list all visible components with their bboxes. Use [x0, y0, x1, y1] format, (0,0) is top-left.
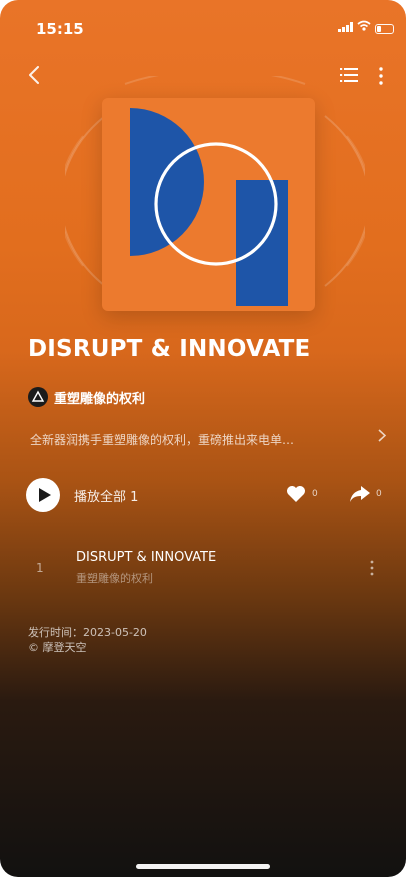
track-number: 1: [36, 561, 44, 575]
heart-icon: [287, 486, 305, 502]
play-icon: [39, 488, 51, 502]
play-all-label[interactable]: 播放全部 1: [74, 486, 138, 505]
track-row[interactable]: 1 DISRUPT & INNOVATE 重塑雕像的权利: [0, 544, 406, 592]
track-more-icon[interactable]: [369, 558, 375, 578]
album-cover[interactable]: [102, 98, 315, 311]
status-bar: 15:15: [0, 0, 406, 44]
album-description[interactable]: 全新器润携手重塑雕像的权利，重磅推出来电单…: [30, 431, 360, 448]
signal-icon: [338, 22, 353, 32]
wifi-icon: [357, 20, 371, 35]
status-time: 15:15: [36, 20, 84, 38]
chevron-right-icon[interactable]: [378, 428, 387, 446]
artist-name: 重塑雕像的权利: [54, 392, 146, 407]
play-all-button[interactable]: [26, 478, 60, 512]
battery-icon: [375, 24, 394, 34]
copyright-label: © 摩登天空: [28, 641, 87, 654]
like-count: 0: [312, 489, 318, 499]
share-count: 0: [376, 489, 382, 499]
release-date: 发行时间：2023-05-20: [28, 626, 147, 639]
album-title: DISRUPT & INNOVATE: [28, 336, 311, 362]
back-button[interactable]: [28, 62, 40, 92]
artist-avatar: [28, 387, 48, 407]
album-cover-art: [130, 108, 288, 306]
share-icon: [350, 486, 370, 502]
track-title: DISRUPT & INNOVATE: [76, 550, 217, 565]
share-button[interactable]: [349, 484, 371, 508]
more-vertical-icon[interactable]: [378, 66, 384, 86]
chevron-left-icon: [29, 66, 39, 84]
home-indicator[interactable]: [136, 864, 270, 869]
album-detail-screen: 15:15 DISRUPT & INNOVATE 重塑雕像的权利 全新器润携手重…: [0, 0, 406, 877]
track-artist: 重塑雕像的权利: [76, 572, 153, 585]
like-button[interactable]: [286, 485, 306, 507]
